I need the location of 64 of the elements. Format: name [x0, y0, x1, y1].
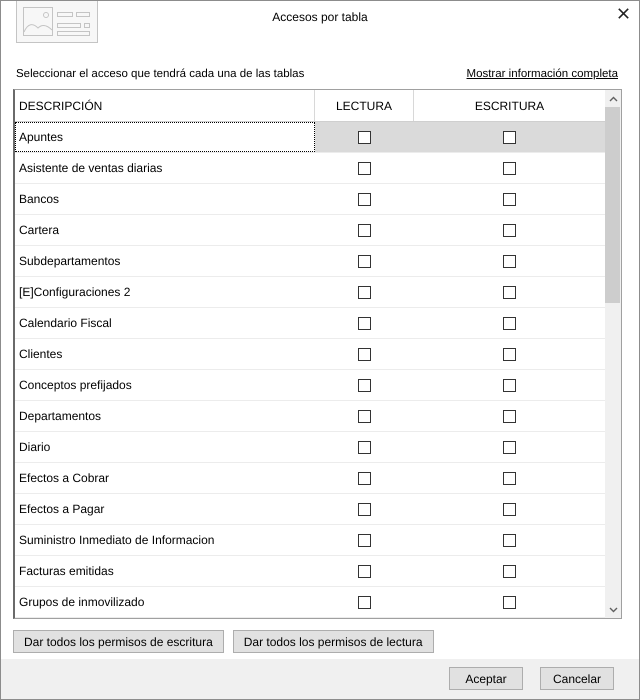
checkbox[interactable] — [358, 254, 371, 268]
checkbox[interactable] — [358, 130, 371, 144]
details-link[interactable]: Mostrar información completa — [466, 68, 618, 80]
table-row[interactable]: Suministro Inmediato de Informacion — [15, 525, 605, 556]
checkbox[interactable] — [503, 440, 516, 454]
grant-button[interactable]: Dar todos los permisos de escritura — [13, 630, 224, 653]
checkbox[interactable] — [503, 534, 516, 546]
table-row[interactable]: Departamentos — [15, 401, 605, 432]
checkbox[interactable] — [503, 378, 516, 392]
scrollbar[interactable] — [605, 90, 621, 618]
table-row[interactable]: Facturas emitidas — [15, 556, 605, 587]
table-row[interactable]: Asistente de ventas diarias — [15, 153, 605, 184]
checkbox[interactable] — [503, 224, 516, 236]
table-row[interactable]: Diario — [15, 432, 605, 463]
checkbox[interactable] — [503, 130, 516, 144]
column-header: ESCRITURA — [474, 98, 546, 114]
checkbox[interactable] — [358, 472, 371, 484]
cancel-button[interactable]: Cancelar — [540, 667, 614, 690]
checkbox[interactable] — [358, 564, 371, 578]
checkbox[interactable] — [358, 224, 371, 236]
table-row[interactable]: Calendario Fiscal — [15, 308, 605, 339]
table-row[interactable]: Cartera — [15, 215, 605, 246]
column-header: LECTURA — [315, 90, 414, 121]
checkbox[interactable] — [358, 162, 371, 174]
table-row[interactable]: [E]Configuraciones 2 — [15, 277, 605, 308]
checkbox[interactable] — [358, 596, 371, 608]
checkbox[interactable] — [358, 378, 371, 392]
checkbox[interactable] — [503, 348, 516, 360]
table-row[interactable]: Bancos — [15, 184, 605, 215]
checkbox[interactable] — [503, 596, 516, 608]
checkbox[interactable] — [503, 192, 516, 206]
table-row[interactable]: Conceptos prefijados — [15, 370, 605, 401]
column-header: DESCRIPCIÓN — [15, 90, 315, 121]
checkbox[interactable] — [503, 162, 516, 174]
chevron-down-icon[interactable] — [608, 606, 618, 612]
checkbox[interactable] — [503, 410, 516, 422]
checkbox[interactable] — [358, 192, 371, 206]
grant-button[interactable]: Dar todos los permisos de lectura — [232, 630, 434, 653]
instruction-text: Seleccionar el acceso que tendrá cada una de las tablas — [15, 68, 304, 80]
window-title: Accesos por tabla — [272, 10, 368, 26]
table-row[interactable]: Subdepartamentos — [15, 246, 605, 277]
checkbox[interactable] — [358, 286, 371, 298]
checkbox[interactable] — [358, 316, 371, 330]
checkbox[interactable] — [503, 472, 516, 484]
table-cell: Apuntes — [15, 122, 315, 152]
close-icon[interactable] — [618, 8, 629, 19]
table-row[interactable]: Efectos a Pagar — [15, 494, 605, 525]
table-row[interactable]: Apuntes — [15, 122, 605, 153]
table-row[interactable]: Grupos de inmovilizado — [15, 587, 605, 618]
checkbox[interactable] — [503, 316, 516, 330]
checkbox[interactable] — [358, 348, 371, 360]
checkbox[interactable] — [503, 564, 516, 578]
checkbox[interactable] — [503, 502, 516, 516]
checkbox[interactable] — [358, 440, 371, 454]
table-row[interactable]: Clientes — [15, 339, 605, 370]
table-row[interactable]: Efectos a Cobrar — [15, 463, 605, 494]
checkbox[interactable] — [503, 254, 516, 268]
checkbox[interactable] — [358, 534, 371, 546]
checkbox[interactable] — [358, 410, 371, 422]
chevron-up-icon[interactable] — [608, 96, 618, 102]
checkbox[interactable] — [358, 502, 371, 516]
accept-button[interactable]: Aceptar — [449, 667, 523, 690]
scrollbar-thumb[interactable] — [605, 107, 620, 303]
checkbox[interactable] — [503, 286, 516, 298]
